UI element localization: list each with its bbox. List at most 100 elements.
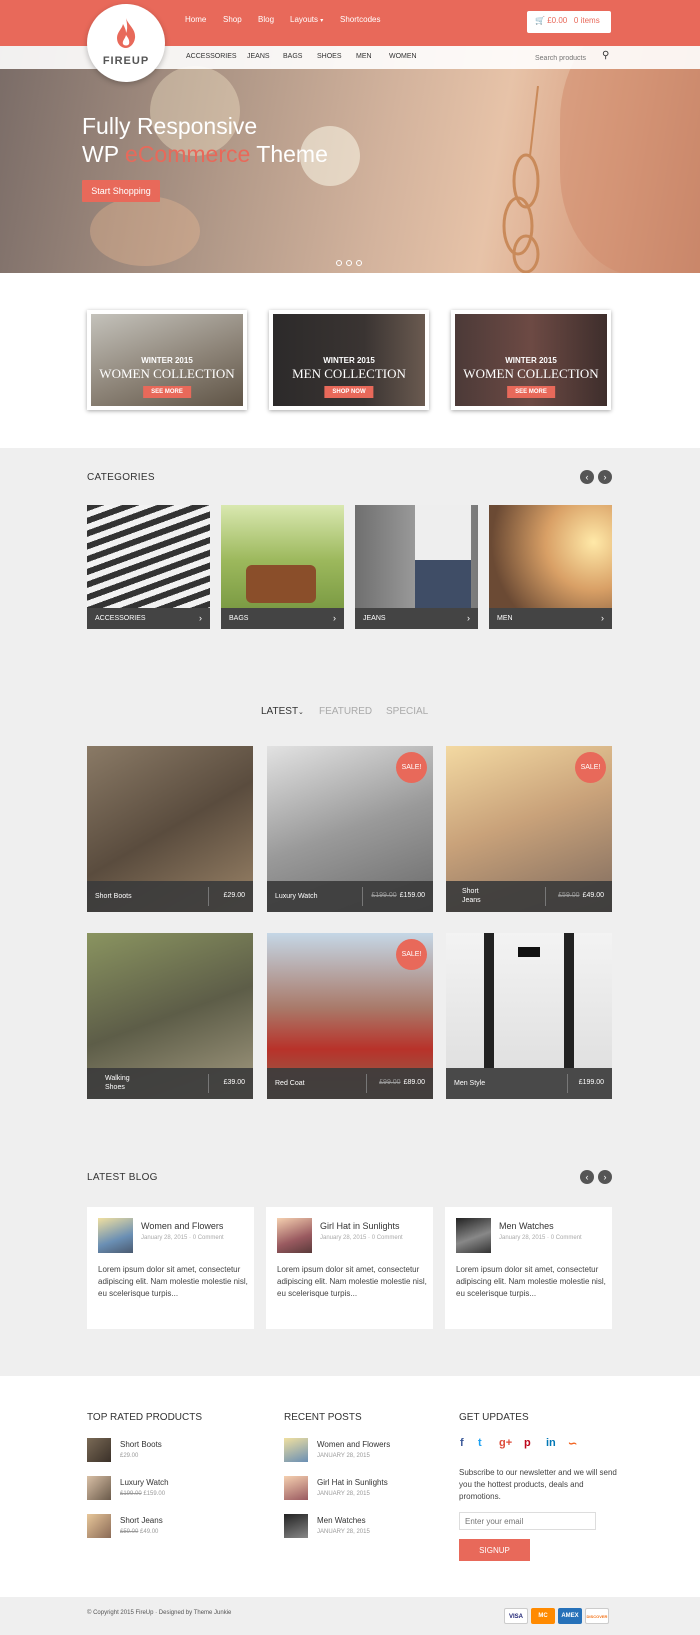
post-thumbnail[interactable] bbox=[284, 1438, 308, 1462]
rss-icon[interactable]: ∽ bbox=[568, 1437, 577, 1450]
cart-button[interactable]: 🛒 £0.00 0 items bbox=[527, 11, 611, 33]
category-card-label: JEANS bbox=[363, 615, 386, 622]
product-thumbnail[interactable] bbox=[87, 1476, 111, 1500]
category-card-jeans[interactable]: JEANS › bbox=[355, 505, 478, 629]
collection-season: WINTER 2015 bbox=[505, 356, 557, 365]
blog-post-title[interactable]: Men Watches bbox=[499, 1221, 554, 1231]
slider-dot-3[interactable] bbox=[356, 260, 362, 266]
start-shopping-button[interactable]: Start Shopping bbox=[82, 180, 160, 202]
blog-thumbnail[interactable] bbox=[98, 1218, 133, 1253]
product-price: £89.00 bbox=[403, 1079, 425, 1086]
blog-card[interactable]: Men Watches January 28, 2015 · 0 Comment… bbox=[445, 1207, 612, 1329]
category-card-label: MEN bbox=[497, 615, 513, 622]
slider-dot-1[interactable] bbox=[336, 260, 342, 266]
email-input[interactable] bbox=[459, 1512, 596, 1530]
top-rated-name[interactable]: Short Boots bbox=[120, 1440, 162, 1449]
blog-thumbnail[interactable] bbox=[456, 1218, 491, 1253]
next-arrow-icon[interactable]: › bbox=[598, 470, 612, 484]
search-icon[interactable]: ⚲ bbox=[602, 50, 609, 61]
product-card[interactable]: SALE! Red Coat £99.00 £89.00 bbox=[267, 933, 433, 1099]
category-card-accessories[interactable]: ACCESSORIES › bbox=[87, 505, 210, 629]
tab-latest[interactable]: LATEST⌄ bbox=[261, 706, 304, 717]
blog-post-title[interactable]: Girl Hat in Sunlights bbox=[320, 1221, 400, 1231]
slider-dot-2[interactable] bbox=[346, 260, 352, 266]
category-card-men[interactable]: MEN › bbox=[489, 505, 612, 629]
recent-post-title[interactable]: Men Watches bbox=[317, 1516, 366, 1525]
product-card[interactable]: Walking Shoes £39.00 bbox=[87, 933, 253, 1099]
blog-post-date: January 28, 2015 · 0 Comment bbox=[499, 1235, 582, 1241]
category-card-bar: MEN › bbox=[489, 608, 612, 629]
twitter-icon[interactable]: t bbox=[478, 1437, 482, 1449]
category-jeans[interactable]: JEANS bbox=[247, 53, 270, 60]
cart-amount: £0.00 bbox=[547, 16, 568, 25]
hero-slider: Fully Responsive WP eCommerce Theme Star… bbox=[0, 46, 700, 273]
nav-blog[interactable]: Blog bbox=[258, 15, 274, 24]
tab-special[interactable]: SPECIAL bbox=[386, 706, 428, 717]
collection-banner-men[interactable]: WINTER 2015 MEN COLLECTION SHOP NOW bbox=[269, 310, 429, 410]
nav-shortcodes[interactable]: Shortcodes bbox=[340, 15, 380, 24]
flame-icon bbox=[117, 18, 136, 48]
hero-line1: Fully Responsive bbox=[82, 113, 258, 139]
product-old-price: £59.00 bbox=[558, 892, 580, 899]
category-women[interactable]: WOMEN bbox=[389, 53, 417, 60]
nav-home[interactable]: Home bbox=[185, 15, 206, 24]
tab-latest-label: LATEST bbox=[261, 706, 299, 717]
chevron-down-icon: ⌄ bbox=[298, 709, 304, 716]
recent-post-title[interactable]: Women and Flowers bbox=[317, 1440, 390, 1449]
category-card-bags[interactable]: BAGS › bbox=[221, 505, 344, 629]
product-bar: Short Jeans £59.00 £49.00 bbox=[446, 881, 612, 912]
facebook-icon[interactable]: f bbox=[460, 1437, 464, 1449]
product-name: Men Style bbox=[454, 1080, 486, 1087]
search-input[interactable] bbox=[535, 51, 595, 65]
pinterest-icon[interactable]: p bbox=[524, 1437, 531, 1449]
nav-layouts[interactable]: Layouts ▾ bbox=[290, 15, 323, 24]
nav-layouts-label: Layouts bbox=[290, 15, 319, 24]
category-accessories[interactable]: ACCESSORIES bbox=[186, 53, 237, 60]
recent-post-title[interactable]: Girl Hat in Sunlights bbox=[317, 1478, 388, 1487]
product-name: Walking Shoes bbox=[105, 1075, 130, 1091]
blog-thumbnail[interactable] bbox=[277, 1218, 312, 1253]
category-bags[interactable]: BAGS bbox=[283, 53, 302, 60]
top-rated-price: £49.00 bbox=[140, 1529, 159, 1535]
shop-now-button[interactable]: SHOP NOW bbox=[324, 386, 374, 398]
product-thumbnail[interactable] bbox=[87, 1514, 111, 1538]
tab-featured[interactable]: FEATURED bbox=[319, 706, 372, 717]
blog-card[interactable]: Girl Hat in Sunlights January 28, 2015 ·… bbox=[266, 1207, 433, 1329]
product-bar: Luxury Watch £199.00 £159.00 bbox=[267, 881, 433, 912]
hero-line2-accent: eCommerce bbox=[125, 141, 251, 167]
prev-arrow-icon[interactable]: ‹ bbox=[580, 1170, 594, 1184]
chevron-right-icon: › bbox=[199, 613, 202, 623]
nav-shop[interactable]: Shop bbox=[223, 15, 242, 24]
category-shoes[interactable]: SHOES bbox=[317, 53, 342, 60]
category-men[interactable]: MEN bbox=[356, 53, 372, 60]
product-card[interactable]: SALE! Luxury Watch £199.00 £159.00 bbox=[267, 746, 433, 912]
product-card[interactable]: Men Style £199.00 bbox=[446, 933, 612, 1099]
linkedin-icon[interactable]: in bbox=[546, 1437, 556, 1449]
product-bar: Men Style £199.00 bbox=[446, 1068, 612, 1099]
logo[interactable]: FIREUP bbox=[87, 4, 165, 82]
hero-bokeh bbox=[90, 196, 200, 266]
prev-arrow-icon[interactable]: ‹ bbox=[580, 470, 594, 484]
collection-banner-women-1[interactable]: WINTER 2015 WOMEN COLLECTION SEE MORE bbox=[87, 310, 247, 410]
google-plus-icon[interactable]: g+ bbox=[499, 1437, 512, 1449]
blog-card[interactable]: Women and Flowers January 28, 2015 · 0 C… bbox=[87, 1207, 254, 1329]
top-rated-old-price: £199.00 bbox=[120, 1491, 142, 1497]
product-card[interactable]: Short Boots £29.00 bbox=[87, 746, 253, 912]
signup-button[interactable]: SIGNUP bbox=[459, 1539, 530, 1561]
product-thumbnail[interactable] bbox=[87, 1438, 111, 1462]
cart-icon: 🛒 bbox=[535, 16, 545, 25]
post-thumbnail[interactable] bbox=[284, 1476, 308, 1500]
next-arrow-icon[interactable]: › bbox=[598, 1170, 612, 1184]
hero-line2: WP eCommerce Theme bbox=[82, 140, 382, 168]
post-thumbnail[interactable] bbox=[284, 1514, 308, 1538]
suspender-image bbox=[564, 933, 574, 1068]
collection-banner-women-2[interactable]: WINTER 2015 WOMEN COLLECTION SEE MORE bbox=[451, 310, 611, 410]
top-rated-name[interactable]: Short Jeans bbox=[120, 1516, 163, 1525]
see-more-button[interactable]: SEE MORE bbox=[507, 386, 555, 398]
product-old-price: £99.00 bbox=[379, 1079, 401, 1086]
see-more-button[interactable]: SEE MORE bbox=[143, 386, 191, 398]
chevron-right-icon: › bbox=[333, 613, 336, 623]
blog-post-title[interactable]: Women and Flowers bbox=[141, 1221, 223, 1231]
top-rated-name[interactable]: Luxury Watch bbox=[120, 1478, 169, 1487]
product-card[interactable]: SALE! Short Jeans £59.00 £49.00 bbox=[446, 746, 612, 912]
